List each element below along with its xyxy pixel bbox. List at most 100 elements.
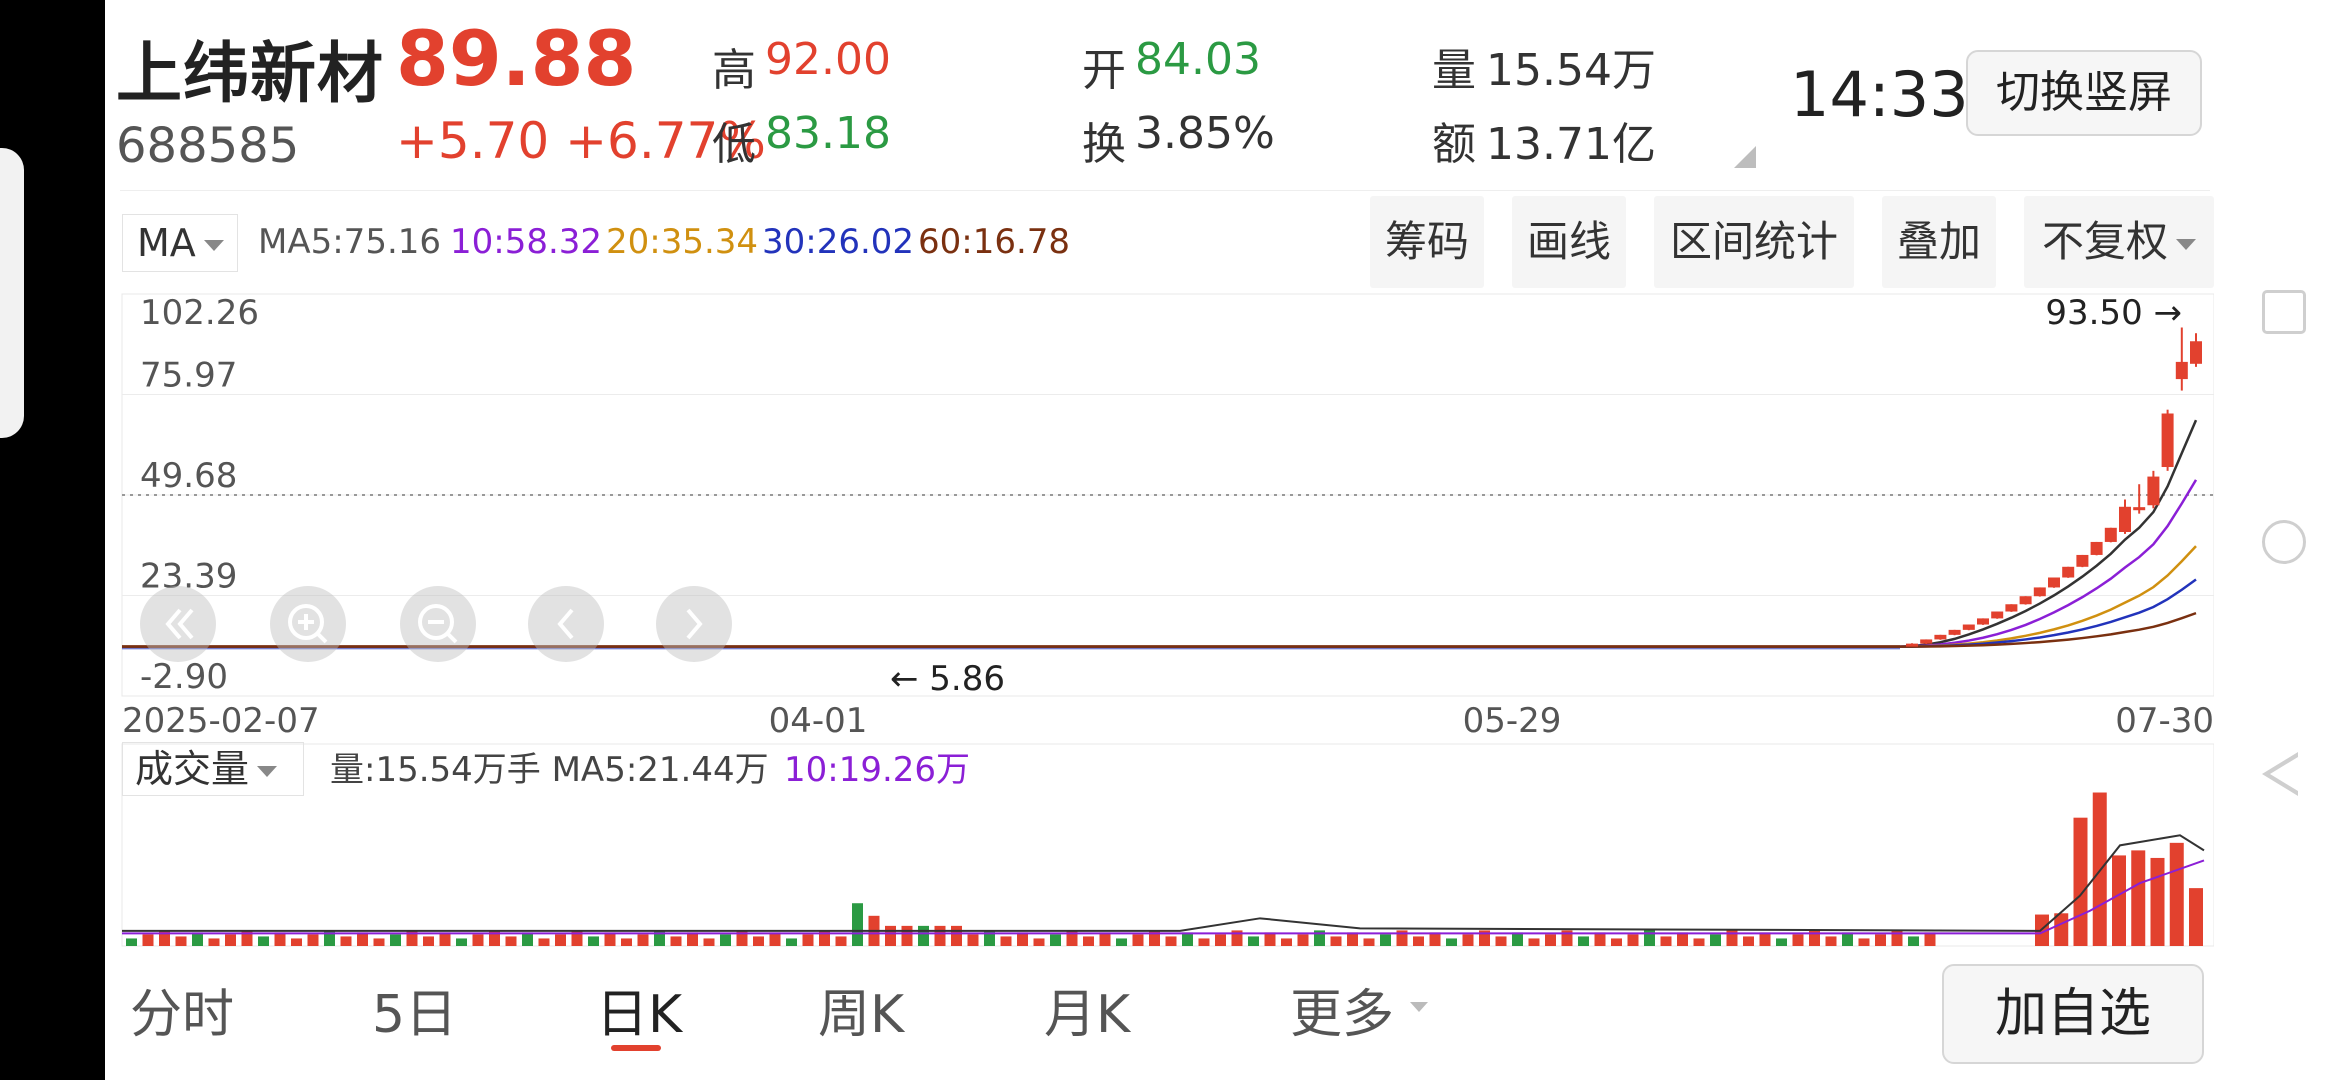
- volume-bar: [1842, 932, 1853, 946]
- volume-bar: [670, 936, 682, 946]
- candle-body: [2119, 506, 2131, 533]
- candle-body: [2076, 554, 2089, 567]
- candle-body: [1991, 611, 2004, 619]
- max-price-annotation: 93.50 →: [2045, 293, 2182, 333]
- volume-bar: [1000, 936, 1012, 946]
- volume-bar: [588, 936, 599, 946]
- next-button[interactable]: [656, 586, 732, 662]
- volume-bar: [538, 938, 550, 946]
- volume-bar: [1528, 938, 1540, 946]
- candle-body: [2048, 577, 2060, 588]
- volume-bar: [505, 936, 517, 946]
- candle-body: [2090, 541, 2103, 555]
- chevron-down-icon: [257, 766, 278, 777]
- volume-bar: [1116, 938, 1127, 946]
- volume-bar: [637, 934, 649, 946]
- tab-daily-k[interactable]: 日K: [596, 972, 682, 1047]
- candle-body: [2161, 413, 2174, 468]
- volume-bar: [1083, 936, 1094, 946]
- x-tick-label: 04-01: [769, 701, 868, 741]
- tab-5day[interactable]: 5日: [372, 972, 457, 1047]
- previous-button[interactable]: [528, 586, 604, 662]
- kline-chart[interactable]: 102.2675.9749.6823.39-2.902025-02-07 04-0…: [0, 0, 2340, 1080]
- y-tick-label: -2.90: [140, 657, 228, 697]
- x-tick-label: 2025-02-07: [122, 701, 320, 741]
- volume-bar: [1875, 934, 1886, 946]
- volume-bar: [1611, 938, 1622, 946]
- tab-more[interactable]: 更多: [1290, 972, 1394, 1047]
- volume-bar: [1347, 932, 1358, 946]
- volume-bar: [1429, 932, 1441, 946]
- scroll-to-start-button[interactable]: [140, 586, 216, 662]
- y-tick-label: 75.97: [140, 356, 237, 396]
- volume-bar: [1512, 932, 1523, 946]
- nav-square-icon[interactable]: [2262, 290, 2306, 334]
- volume-bar: [307, 934, 319, 946]
- volume-bar: [274, 932, 286, 946]
- volume-bar: [1017, 932, 1028, 946]
- tab-monthly-k[interactable]: 月K: [1044, 972, 1130, 1047]
- volume-bar: [2073, 817, 2088, 946]
- volume-bar: [885, 925, 896, 946]
- volume-bar: [1578, 936, 1589, 946]
- candle-body: [1948, 629, 1961, 635]
- volume-bar: [1132, 934, 1144, 946]
- volume-bar: [2189, 888, 2203, 946]
- volume-bar: [522, 932, 533, 946]
- volume-bar: [2169, 842, 2184, 946]
- volume-bar: [1165, 936, 1177, 946]
- volume-bar: [1693, 938, 1705, 946]
- volume-bar: [373, 938, 385, 946]
- volume-bar: [1281, 938, 1292, 946]
- volume-bar: [852, 903, 863, 946]
- volume-bar: [175, 936, 187, 946]
- volume-bar: [192, 932, 203, 946]
- zoom-out-button[interactable]: [400, 586, 476, 662]
- x-tick-label: 07-30: [2115, 701, 2214, 741]
- volume-bar: [291, 938, 302, 946]
- volume-bar: [142, 934, 154, 946]
- candle-body: [2033, 587, 2046, 597]
- nav-circle-icon[interactable]: [2262, 520, 2306, 564]
- volume-bar: [1495, 936, 1507, 946]
- add-watchlist-button[interactable]: 加自选: [1942, 964, 2204, 1064]
- volume-bar: [423, 936, 434, 946]
- volume-bar: [951, 925, 962, 946]
- volume-bar: [769, 932, 781, 946]
- volume-bar: [1660, 936, 1672, 946]
- volume-ma5-line: [122, 834, 2205, 932]
- volume-bar: [786, 938, 797, 946]
- volume-bar: [1627, 934, 1639, 946]
- volume-bar: [720, 934, 731, 946]
- volume-bar: [208, 938, 220, 946]
- tab-intraday[interactable]: 分时: [130, 972, 234, 1047]
- volume-indicator-select[interactable]: 成交量: [122, 742, 304, 796]
- volume-bar: [1198, 938, 1210, 946]
- volume-bar: [687, 932, 698, 946]
- volume-bar: [1330, 936, 1342, 946]
- volume-bar: [1099, 932, 1111, 946]
- candle-body: [1906, 643, 1918, 647]
- volume-bar: [439, 932, 451, 946]
- y-tick-label: 102.26: [140, 293, 259, 333]
- candle-body: [1920, 639, 1933, 644]
- volume-bar: [1776, 938, 1787, 946]
- candle-body: [2062, 566, 2075, 578]
- volume-bar: [2054, 913, 2069, 946]
- volume-bar: [1908, 936, 1919, 946]
- candle-body: [2104, 527, 2117, 542]
- active-tab-indicator: [611, 1045, 661, 1051]
- volume-bar: [258, 936, 269, 946]
- zoom-in-button[interactable]: [270, 586, 346, 662]
- volume-bar: [967, 934, 979, 946]
- volume-bar: [1710, 934, 1721, 946]
- tab-weekly-k[interactable]: 周K: [818, 972, 904, 1047]
- scroll-left-icon: [165, 608, 194, 640]
- volume-bar: [604, 932, 616, 946]
- volume-bar: [918, 925, 929, 946]
- y-tick-label: 49.68: [140, 456, 237, 496]
- volume-bar: [2131, 850, 2146, 946]
- next-icon: [686, 608, 703, 640]
- volume-bar: [835, 936, 847, 946]
- volume-bar: [703, 938, 715, 946]
